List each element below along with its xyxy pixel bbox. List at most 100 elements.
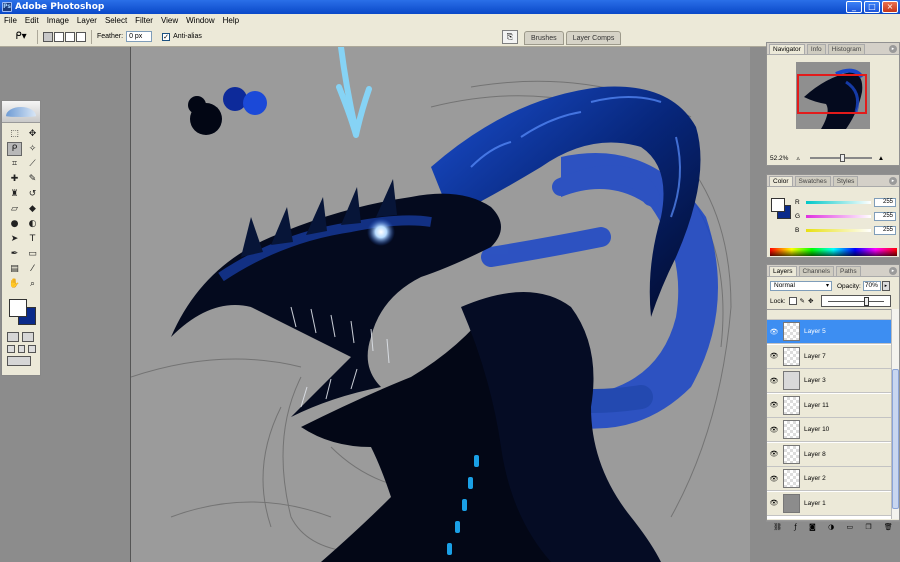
opacity-slider-track[interactable]: [828, 301, 884, 302]
new-group-icon[interactable]: ▭: [846, 523, 853, 531]
layer-row[interactable]: 👁 Layer 1: [767, 491, 891, 516]
zoom-slider[interactable]: [809, 154, 872, 162]
add-selection-mode-icon[interactable]: [54, 31, 64, 42]
brush-tool-icon[interactable]: ✎: [25, 172, 40, 186]
blend-mode-select[interactable]: Normal: [770, 281, 832, 291]
eraser-tool-icon[interactable]: ▱: [7, 202, 22, 216]
feather-input[interactable]: 0 px: [126, 31, 153, 42]
tab-histogram[interactable]: Histogram: [827, 44, 866, 54]
tab-brushes[interactable]: Brushes: [524, 31, 564, 45]
layer-row-partial[interactable]: [767, 310, 891, 320]
opacity-slider-popup[interactable]: [821, 295, 891, 307]
layer-mask-icon[interactable]: ◙: [809, 523, 816, 531]
imageready-jump-icon[interactable]: [7, 356, 31, 366]
hand-tool-icon[interactable]: ✋: [7, 277, 22, 291]
quick-mask-icon[interactable]: [22, 332, 34, 342]
menu-layer[interactable]: Layer: [77, 16, 97, 25]
panel-menu-icon[interactable]: ▸: [889, 45, 897, 53]
type-tool-icon[interactable]: T: [25, 232, 40, 246]
color-spectrum-ramp[interactable]: [770, 248, 897, 256]
layer-row[interactable]: 👁 Layer 2: [767, 467, 891, 491]
layer-row[interactable]: 👁 Layer 5: [767, 320, 891, 344]
layer-row[interactable]: 👁 Layer 8: [767, 442, 891, 467]
menu-file[interactable]: File: [4, 16, 17, 25]
subtract-selection-mode-icon[interactable]: [65, 31, 75, 42]
opacity-input[interactable]: 70%: [862, 281, 881, 291]
document-canvas[interactable]: [130, 47, 750, 562]
navigator-thumbnail[interactable]: [796, 62, 870, 129]
green-slider[interactable]: [806, 214, 871, 218]
blur-tool-icon[interactable]: ●: [7, 217, 22, 231]
eyedropper-tool-icon[interactable]: ⁄: [25, 262, 40, 276]
tab-info[interactable]: Info: [806, 44, 826, 54]
eye-icon[interactable]: 👁: [767, 426, 781, 434]
layer-style-icon[interactable]: ƒ: [794, 523, 796, 531]
eye-icon[interactable]: 👁: [767, 475, 781, 483]
menu-select[interactable]: Select: [105, 16, 127, 25]
new-layer-icon[interactable]: ❐: [865, 523, 871, 531]
blue-value[interactable]: 255: [874, 225, 896, 235]
layer-row[interactable]: 👁 Layer 3: [767, 369, 891, 393]
marquee-tool-icon[interactable]: ⬚: [7, 127, 22, 141]
color-foreground-swatch[interactable]: [771, 198, 785, 212]
eye-icon[interactable]: 👁: [767, 499, 781, 507]
tab-swatches[interactable]: Swatches: [794, 176, 831, 186]
opacity-popup-icon[interactable]: ▸: [881, 281, 890, 291]
clone-stamp-tool-icon[interactable]: ♜: [7, 187, 22, 201]
menu-image[interactable]: Image: [47, 16, 69, 25]
lasso-tool-icon[interactable]: ᑭ: [7, 142, 22, 156]
blue-slider[interactable]: [806, 228, 871, 232]
eye-icon[interactable]: 👁: [767, 377, 781, 385]
layer-row[interactable]: 👁 Layer 10: [767, 418, 891, 442]
layers-scrollbar-thumb[interactable]: [892, 369, 899, 509]
menu-view[interactable]: View: [161, 16, 178, 25]
panel-menu-icon[interactable]: ▸: [889, 267, 897, 275]
crop-tool-icon[interactable]: ⌗: [7, 157, 22, 171]
path-selection-tool-icon[interactable]: ➤: [7, 232, 22, 246]
maximize-button[interactable]: □: [864, 1, 880, 13]
file-browser-icon[interactable]: ⎘: [502, 30, 518, 44]
full-screen-menu-icon[interactable]: [17, 345, 26, 353]
pen-tool-icon[interactable]: ✒: [7, 247, 22, 261]
dodge-tool-icon[interactable]: ◐: [25, 217, 40, 231]
layer-row[interactable]: 👁 Layer 11: [767, 393, 891, 418]
intersect-selection-mode-icon[interactable]: [76, 31, 86, 42]
close-button[interactable]: ×: [882, 1, 898, 13]
adjustment-layer-icon[interactable]: ◑: [828, 523, 834, 531]
menu-edit[interactable]: Edit: [25, 16, 39, 25]
zoom-in-icon[interactable]: ▲: [878, 155, 884, 162]
link-layers-icon[interactable]: ⛓: [773, 523, 782, 531]
slice-tool-icon[interactable]: ⟋: [25, 157, 40, 171]
tab-navigator[interactable]: Navigator: [769, 44, 805, 54]
layers-scrollbar[interactable]: [891, 309, 899, 519]
zoom-slider-knob[interactable]: [839, 154, 845, 162]
lock-transparency-icon[interactable]: [788, 297, 797, 305]
menu-filter[interactable]: Filter: [135, 16, 153, 25]
standard-mode-icon[interactable]: [7, 332, 19, 342]
move-tool-icon[interactable]: ✥: [25, 127, 40, 141]
full-screen-icon[interactable]: [28, 345, 37, 353]
eye-icon[interactable]: 👁: [767, 352, 781, 360]
paint-bucket-tool-icon[interactable]: ◆: [25, 202, 40, 216]
lasso-preset-icon[interactable]: ᑭ▾: [10, 30, 32, 44]
tab-paths[interactable]: Paths: [835, 266, 861, 276]
panel-menu-icon[interactable]: ▸: [889, 177, 897, 185]
green-value[interactable]: 255: [874, 211, 896, 221]
magic-wand-tool-icon[interactable]: ✧: [25, 142, 40, 156]
navigator-view-box[interactable]: [797, 74, 867, 114]
tab-color[interactable]: Color: [769, 176, 793, 186]
toolbox-header[interactable]: [2, 101, 40, 123]
opacity-slider-knob[interactable]: [864, 297, 870, 306]
minimize-button[interactable]: _: [846, 1, 862, 13]
lock-position-icon[interactable]: ✥: [808, 297, 813, 305]
delete-layer-icon[interactable]: 🗑: [884, 523, 893, 531]
notes-tool-icon[interactable]: ▤: [7, 262, 22, 276]
layer-row[interactable]: 👁 Layer 7: [767, 344, 891, 369]
menu-help[interactable]: Help: [223, 16, 239, 25]
foreground-color-swatch[interactable]: [9, 299, 27, 317]
zoom-tool-icon[interactable]: ⌕: [25, 277, 40, 291]
menu-window[interactable]: Window: [186, 16, 214, 25]
antialias-checkbox[interactable]: ✓: [162, 32, 171, 41]
red-slider[interactable]: [806, 200, 871, 204]
shape-tool-icon[interactable]: ▭: [25, 247, 40, 261]
